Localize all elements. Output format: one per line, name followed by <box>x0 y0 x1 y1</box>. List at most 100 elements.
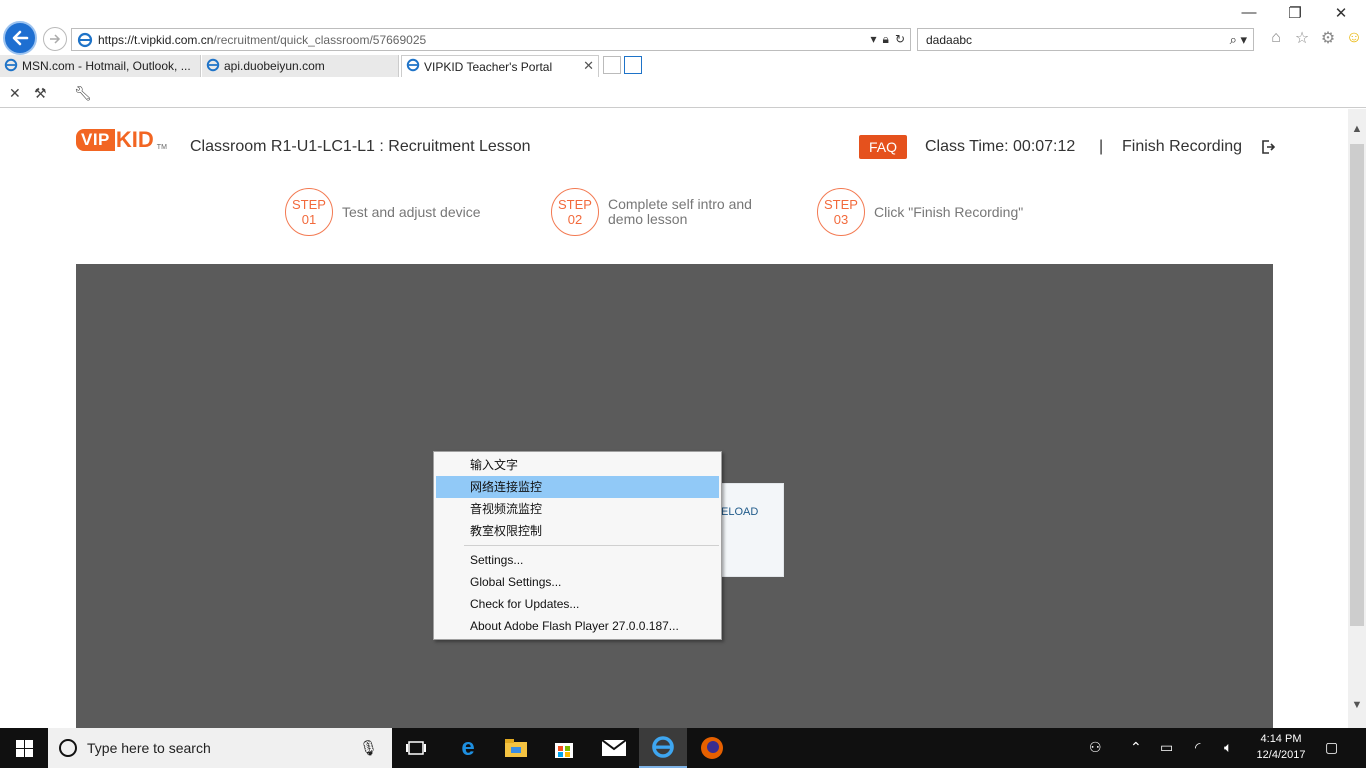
scroll-up-icon[interactable]: ▲ <box>1348 123 1366 135</box>
vipkid-logo[interactable]: VIP KID TM <box>76 129 167 151</box>
arrow-left-icon <box>12 30 29 46</box>
microphone-icon[interactable]: 🎙︎ <box>359 739 378 757</box>
step-circle: STEP 02 <box>551 188 599 236</box>
system-clock[interactable]: 4:14 PM 12/4/2017 <box>1252 731 1310 763</box>
notifications-icon[interactable]: ▢ <box>1325 739 1338 756</box>
step-circle: STEP 03 <box>817 188 865 236</box>
start-button[interactable] <box>0 728 48 768</box>
taskbar-search-box[interactable]: Type here to search 🎙︎ <box>48 728 392 768</box>
step-02: STEP 02 Complete self intro and demo les… <box>551 188 752 236</box>
scroll-thumb[interactable] <box>1350 144 1364 626</box>
tab-label: VIPKID Teacher's Portal <box>424 59 553 74</box>
mail-icon[interactable] <box>590 728 638 768</box>
chevron-up-icon[interactable]: ⌃ <box>1130 739 1142 756</box>
menu-item-network-monitor[interactable]: 网络连接监控 <box>436 476 719 498</box>
edge-icon[interactable] <box>624 56 642 74</box>
step-text: Complete self intro and demo lesson <box>608 197 752 227</box>
wifi-icon[interactable]: ◜ <box>1195 739 1200 756</box>
favorites-star-icon[interactable]: ☆ <box>1292 28 1312 48</box>
people-icon[interactable]: ⚇ <box>1089 739 1102 756</box>
settings-gear-icon[interactable]: ⚙ <box>1318 28 1338 48</box>
finish-recording-link[interactable]: Finish Recording <box>1122 138 1242 156</box>
menu-item-classroom-permissions[interactable]: 教室权限控制 <box>436 520 719 542</box>
step-03: STEP 03 Click "Finish Recording" <box>817 188 1023 236</box>
task-view-icon[interactable] <box>392 728 440 768</box>
step-number: 03 <box>833 212 849 227</box>
wrench-icon[interactable]: 🔧︎ <box>74 85 92 102</box>
menu-item-settings[interactable]: Settings... <box>436 549 719 571</box>
tab-msn[interactable]: MSN.com - Hotmail, Outlook, ... <box>0 55 201 77</box>
tab-vipkid-portal[interactable]: VIPKID Teacher's Portal ✕ <box>401 55 599 77</box>
step-text-line1: Click "Finish Recording" <box>874 203 1024 220</box>
address-bar[interactable]: https://t.vipkid.com.cn/recruitment/quic… <box>71 28 911 51</box>
internet-explorer-icon[interactable] <box>639 728 687 768</box>
url-text: https://t.vipkid.com.cn/recruitment/quic… <box>98 33 426 47</box>
lock-icon[interactable]: 🔒︎ <box>883 32 889 47</box>
menu-item-input-text[interactable]: 输入文字 <box>436 454 719 476</box>
menu-item-check-updates[interactable]: Check for Updates... <box>436 593 719 615</box>
tab-label: MSN.com - Hotmail, Outlook, ... <box>22 59 191 73</box>
exit-icon[interactable] <box>1261 140 1275 154</box>
tab-duobeiyun[interactable]: api.duobeiyun.com <box>202 55 399 77</box>
close-window-button[interactable]: ✕ <box>1318 4 1364 22</box>
reload-panel[interactable]: ELOAD <box>720 483 784 577</box>
page-scrollbar[interactable]: ▲ ▼ <box>1348 109 1366 728</box>
step-text-line1: Test and adjust device <box>342 203 481 220</box>
step-text: Test and adjust device <box>342 203 481 220</box>
step-circle: STEP 01 <box>285 188 333 236</box>
search-bar[interactable]: dadaabc ⌕ ▾ <box>917 28 1254 51</box>
search-icon[interactable]: ⌕ ▾ <box>1230 32 1247 48</box>
ie-tab-icon <box>406 58 420 75</box>
command-bar: ✕ ⚒ 🔧︎ <box>0 78 1366 108</box>
refresh-icon[interactable]: ↻ <box>895 32 905 47</box>
step-text-line2: demo lesson <box>608 211 688 227</box>
firefox-icon[interactable] <box>688 728 736 768</box>
restore-button[interactable]: ❐ <box>1272 4 1318 22</box>
step-01: STEP 01 Test and adjust device <box>285 188 481 236</box>
page-title: Classroom R1-U1-LC1-L1 : Recruitment Les… <box>190 138 531 155</box>
tool-icon[interactable]: ⚒ <box>34 85 47 102</box>
forward-button[interactable] <box>43 27 67 51</box>
step-number: 02 <box>567 212 583 227</box>
url-path: /recruitment/quick_classroom/57669025 <box>213 32 427 47</box>
minimize-button[interactable]: — <box>1226 4 1272 21</box>
smiley-feedback-icon[interactable]: ☺ <box>1344 28 1364 48</box>
tab-bar: MSN.com - Hotmail, Outlook, ... api.duob… <box>0 55 1366 77</box>
store-icon[interactable] <box>540 728 588 768</box>
flash-context-menu: 输入文字 网络连接监控 音视频流监控 教室权限控制 Settings... Gl… <box>433 451 722 640</box>
step-word: STEP <box>558 197 592 212</box>
class-time: Class Time: 00:07:12 <box>925 138 1076 155</box>
faq-button[interactable]: FAQ <box>859 135 907 159</box>
menu-item-av-stream-monitor[interactable]: 音视频流监控 <box>436 498 719 520</box>
header-separator: | <box>1099 138 1104 155</box>
volume-icon[interactable]: 🔈︎ <box>1224 739 1232 756</box>
clock-time: 4:14 PM <box>1260 733 1302 745</box>
menu-separator <box>464 545 719 546</box>
back-button[interactable] <box>3 21 37 55</box>
step-text: Click "Finish Recording" <box>874 203 1024 220</box>
reload-link[interactable]: ELOAD <box>721 506 758 518</box>
new-tab-button[interactable] <box>603 56 621 74</box>
close-tab-icon[interactable]: ✕ <box>583 58 594 74</box>
step-text-line1: Complete self intro and <box>608 196 752 212</box>
home-icon[interactable]: ⌂ <box>1266 28 1286 48</box>
menu-item-global-settings[interactable]: Global Settings... <box>436 571 719 593</box>
file-explorer-icon[interactable] <box>492 728 540 768</box>
tab-label: api.duobeiyun.com <box>224 59 325 73</box>
taskbar-search-placeholder: Type here to search <box>87 740 211 756</box>
menu-item-about-flash[interactable]: About Adobe Flash Player 27.0.0.187... <box>436 615 719 637</box>
logo-tm: TM <box>156 144 167 151</box>
ie-page-icon <box>77 32 95 48</box>
step-number: 01 <box>301 212 317 227</box>
browser-titlebar: https://t.vipkid.com.cn/recruitment/quic… <box>0 0 1366 56</box>
logo-vip: VIP <box>76 129 115 151</box>
step-word: STEP <box>292 197 326 212</box>
url-host: https://t.vipkid.com.cn <box>98 32 214 47</box>
battery-icon[interactable]: ▭ <box>1160 739 1173 756</box>
ie-tab-icon <box>206 58 220 75</box>
cortana-circle-icon <box>59 739 77 757</box>
edge-browser-icon[interactable]: e <box>444 728 492 768</box>
close-bar-icon[interactable]: ✕ <box>9 85 21 102</box>
address-dropdown-icon[interactable]: ▾ <box>871 32 877 47</box>
scroll-down-icon[interactable]: ▼ <box>1348 699 1366 711</box>
